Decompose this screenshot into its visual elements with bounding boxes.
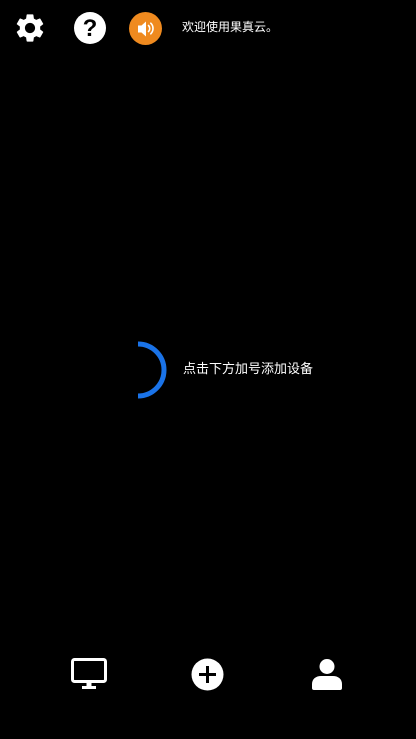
welcome-message: 欢迎使用果真云。 bbox=[182, 20, 279, 34]
loading-spinner bbox=[108, 340, 168, 400]
nav-devices-button[interactable] bbox=[71, 658, 107, 690]
add-device-button[interactable] bbox=[191, 658, 224, 691]
gear-icon bbox=[16, 14, 44, 42]
settings-button[interactable] bbox=[13, 11, 47, 45]
bottom-nav bbox=[0, 650, 416, 700]
speaker-button[interactable] bbox=[129, 12, 162, 45]
empty-state-hint: 点击下方加号添加设备 bbox=[183, 362, 314, 377]
app-screen: ? 欢迎使用果真云。 点击下方加号添加设备 bbox=[0, 0, 416, 739]
monitor-icon bbox=[71, 658, 107, 689]
add-icon bbox=[191, 658, 224, 691]
nav-account-button[interactable] bbox=[311, 658, 343, 690]
user-icon bbox=[312, 659, 342, 690]
help-button[interactable]: ? bbox=[73, 11, 107, 45]
spinner-icon bbox=[137, 341, 167, 399]
top-bar: ? 欢迎使用果真云。 bbox=[0, 0, 416, 56]
speaker-icon bbox=[129, 12, 162, 45]
question-icon: ? bbox=[74, 12, 106, 44]
svg-text:?: ? bbox=[83, 15, 98, 42]
